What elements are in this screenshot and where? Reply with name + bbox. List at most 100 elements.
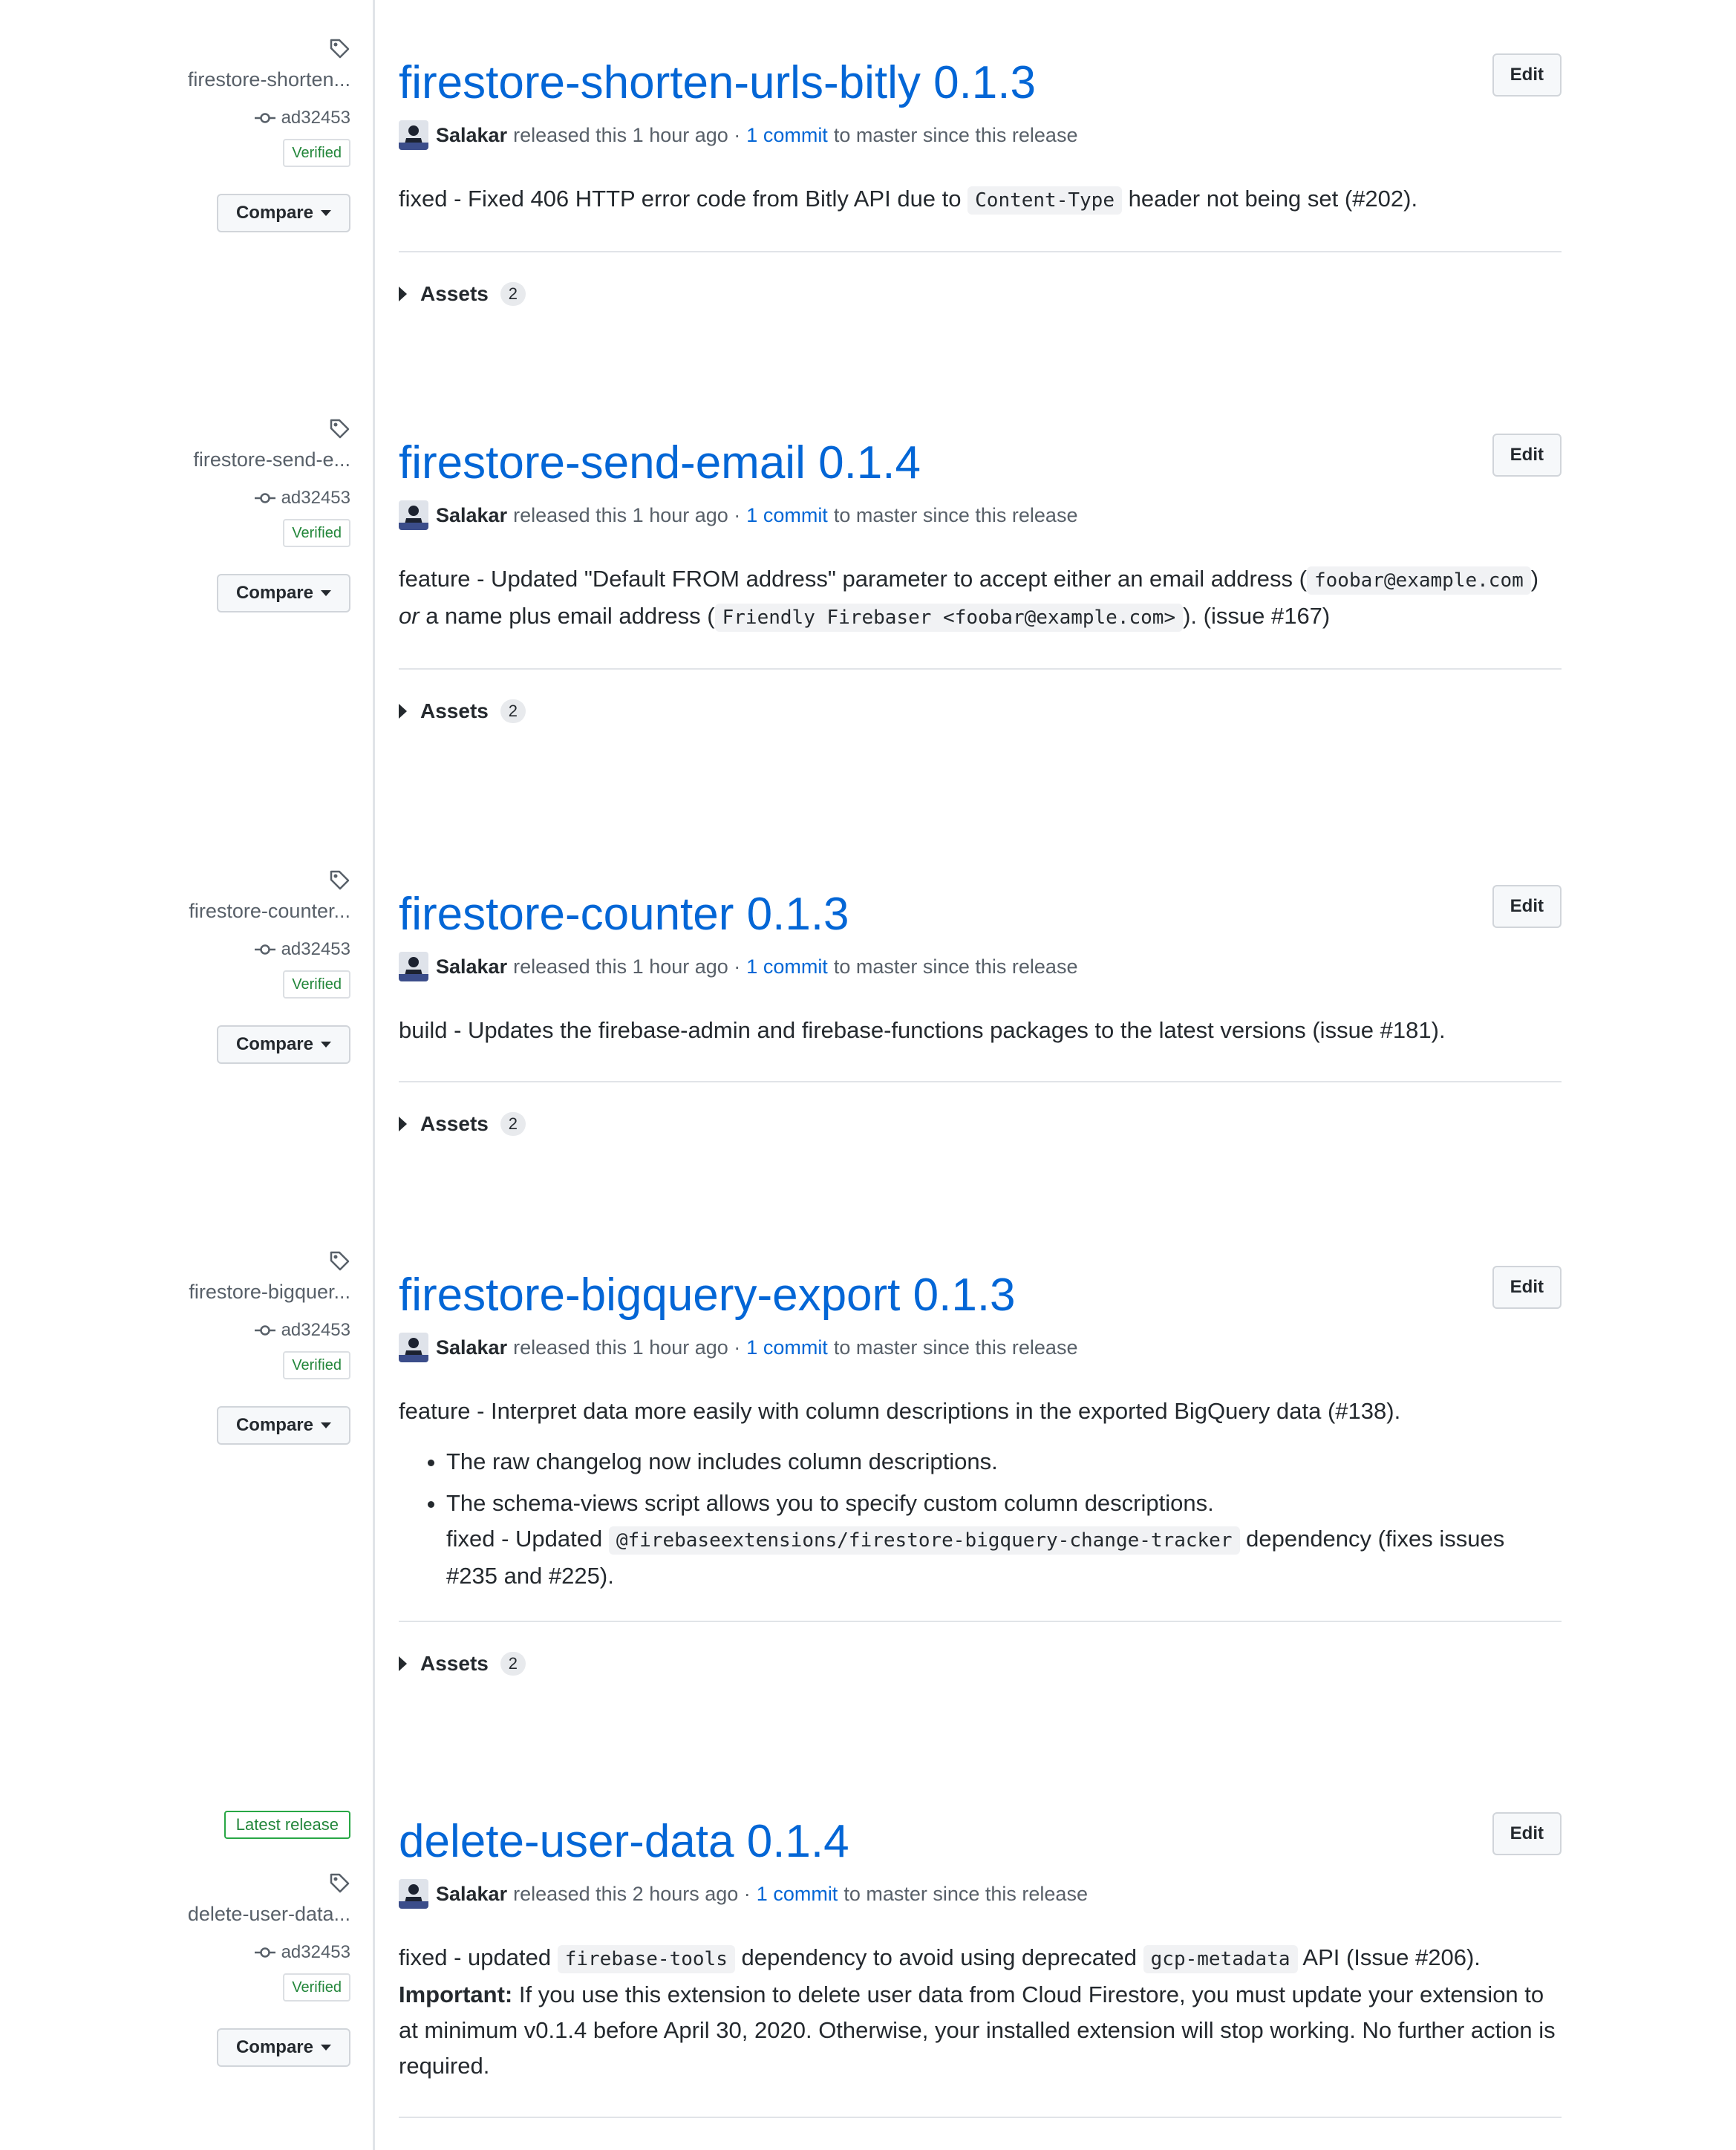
release-title[interactable]: firestore-counter 0.1.3 xyxy=(399,885,1562,944)
assets-toggle[interactable]: Assets 2 xyxy=(399,1652,1562,1676)
commit-icon xyxy=(254,1947,275,1958)
divider xyxy=(399,1621,1562,1622)
divider xyxy=(399,1081,1562,1082)
since-text: to master since this release xyxy=(833,503,1078,526)
release-title[interactable]: firestore-send-email 0.1.4 xyxy=(399,434,1562,493)
inline-code: Content-Type xyxy=(967,186,1122,215)
assets-count: 2 xyxy=(500,282,526,306)
tag-name-link[interactable]: firestore-counter... xyxy=(113,900,350,923)
commits-link[interactable]: 1 commit xyxy=(746,955,828,978)
release-title[interactable]: firestore-shorten-urls-bitly 0.1.3 xyxy=(399,53,1562,113)
commit-sha[interactable]: ad32453 xyxy=(113,1942,350,1963)
released-text: released this 2 hours ago · xyxy=(513,1882,751,1905)
chevron-down-icon xyxy=(321,1042,331,1048)
timeline-line xyxy=(373,0,375,2150)
verified-badge[interactable]: Verified xyxy=(283,1973,350,2002)
edit-button[interactable]: Edit xyxy=(1492,1812,1562,1855)
release-meta: Salakar released this 1 hour ago · 1 com… xyxy=(399,500,1562,530)
commits-link[interactable]: 1 commit xyxy=(757,1883,838,1906)
release-main: firestore-counter 0.1.3 Edit Salakar rel… xyxy=(399,885,1562,1136)
commit-sha[interactable]: ad32453 xyxy=(113,108,350,128)
author-link[interactable]: Salakar xyxy=(436,124,507,147)
commit-sha[interactable]: ad32453 xyxy=(113,939,350,960)
assets-toggle[interactable]: Assets 2 xyxy=(399,282,1562,306)
author-link[interactable]: Salakar xyxy=(436,955,507,978)
tag-icon xyxy=(330,419,350,439)
tag-name-link[interactable]: delete-user-data... xyxy=(113,1903,350,1926)
compare-button[interactable]: Compare xyxy=(216,1406,350,1445)
assets-count: 2 xyxy=(500,1112,526,1136)
tag-name-link[interactable]: firestore-shorten... xyxy=(113,68,350,91)
author-link[interactable]: Salakar xyxy=(436,1336,507,1359)
release-meta: Salakar released this 1 hour ago · 1 com… xyxy=(399,120,1562,150)
release-notes: feature - Interpret data more easily wit… xyxy=(399,1393,1562,1594)
verified-badge[interactable]: Verified xyxy=(283,1351,350,1379)
avatar[interactable] xyxy=(399,952,428,981)
release-note-paragraph: feature - Interpret data more easily wit… xyxy=(399,1398,1401,1424)
commit-sha[interactable]: ad32453 xyxy=(113,1320,350,1341)
avatar[interactable] xyxy=(399,1333,428,1362)
release-note-paragraph: fixed - updated firebase-tools dependenc… xyxy=(399,1940,1562,2084)
tag-name-link[interactable]: firestore-send-e... xyxy=(113,448,350,471)
release-notes: feature - Updated "Default FROM address"… xyxy=(399,561,1562,635)
commits-link[interactable]: 1 commit xyxy=(746,124,828,147)
author-link[interactable]: Salakar xyxy=(436,504,507,527)
commit-sha[interactable]: ad32453 xyxy=(113,488,350,509)
release-title[interactable]: delete-user-data 0.1.4 xyxy=(399,1812,1562,1872)
edit-button[interactable]: Edit xyxy=(1492,1266,1562,1309)
edit-button[interactable]: Edit xyxy=(1492,885,1562,928)
assets-toggle[interactable]: Assets 2 xyxy=(399,1112,1562,1136)
assets-label: Assets xyxy=(420,1652,489,1675)
compare-button[interactable]: Compare xyxy=(216,574,350,612)
note-text: fixed - updated xyxy=(399,1944,558,1970)
commit-sha-label: ad32453 xyxy=(281,1942,350,1962)
edit-button[interactable]: Edit xyxy=(1492,53,1562,97)
note-text: header not being set (#202). xyxy=(1121,186,1418,212)
release-note-paragraph: build - Updates the firebase-admin and f… xyxy=(399,1017,1446,1043)
compare-button[interactable]: Compare xyxy=(216,2028,350,2067)
release-main: firestore-shorten-urls-bitly 0.1.3 Edit … xyxy=(399,53,1562,306)
release-note-paragraph: feature - Updated "Default FROM address"… xyxy=(399,561,1562,635)
commit-sha-label: ad32453 xyxy=(281,108,350,128)
commit-icon xyxy=(254,944,275,955)
commit-icon xyxy=(254,1325,275,1336)
release-sidebar: firestore-send-e... ad32453 Verified Com… xyxy=(113,417,350,612)
triangle-right-icon xyxy=(399,704,407,719)
compare-button[interactable]: Compare xyxy=(216,194,350,232)
tag-name-link[interactable]: firestore-bigquer... xyxy=(113,1281,350,1304)
release-main: firestore-send-email 0.1.4 Edit Salakar … xyxy=(399,434,1562,723)
latest-release-badge: Latest release xyxy=(223,1811,350,1839)
tag-icon xyxy=(330,39,350,59)
assets-toggle[interactable]: Assets 2 xyxy=(399,699,1562,723)
verified-badge[interactable]: Verified xyxy=(283,970,350,999)
release-note-list: The raw changelog now includes column de… xyxy=(399,1444,1562,1594)
important-label: Important: xyxy=(399,1981,513,2007)
compare-label: Compare xyxy=(235,1034,313,1054)
chevron-down-icon xyxy=(321,1422,331,1428)
compare-button[interactable]: Compare xyxy=(216,1025,350,1064)
tag-icon xyxy=(330,1251,350,1271)
commits-link[interactable]: 1 commit xyxy=(746,1336,828,1359)
author-link[interactable]: Salakar xyxy=(436,1883,507,1906)
note-text-italic: or xyxy=(399,603,420,629)
since-text: to master since this release xyxy=(833,955,1078,978)
commits-link[interactable]: 1 commit xyxy=(746,504,828,527)
divider xyxy=(399,2117,1562,2118)
verified-badge[interactable]: Verified xyxy=(283,519,350,547)
avatar[interactable] xyxy=(399,120,428,150)
commit-sha-label: ad32453 xyxy=(281,488,350,508)
release-notes: fixed - Fixed 406 HTTP error code from B… xyxy=(399,181,1562,218)
tag-icon xyxy=(330,1873,350,1893)
note-text: API (Issue #206). xyxy=(1297,1944,1481,1970)
verified-badge[interactable]: Verified xyxy=(283,139,350,167)
since-text: to master since this release xyxy=(833,123,1078,146)
note-text: If you use this extension to delete user… xyxy=(399,1981,1556,2079)
avatar[interactable] xyxy=(399,1879,428,1909)
note-text: fixed - Updated xyxy=(446,1526,609,1552)
avatar[interactable] xyxy=(399,500,428,530)
commit-sha-label: ad32453 xyxy=(281,1320,350,1340)
commit-icon xyxy=(254,493,275,503)
chevron-down-icon xyxy=(321,590,331,596)
edit-button[interactable]: Edit xyxy=(1492,434,1562,477)
release-title[interactable]: firestore-bigquery-export 0.1.3 xyxy=(399,1266,1562,1325)
